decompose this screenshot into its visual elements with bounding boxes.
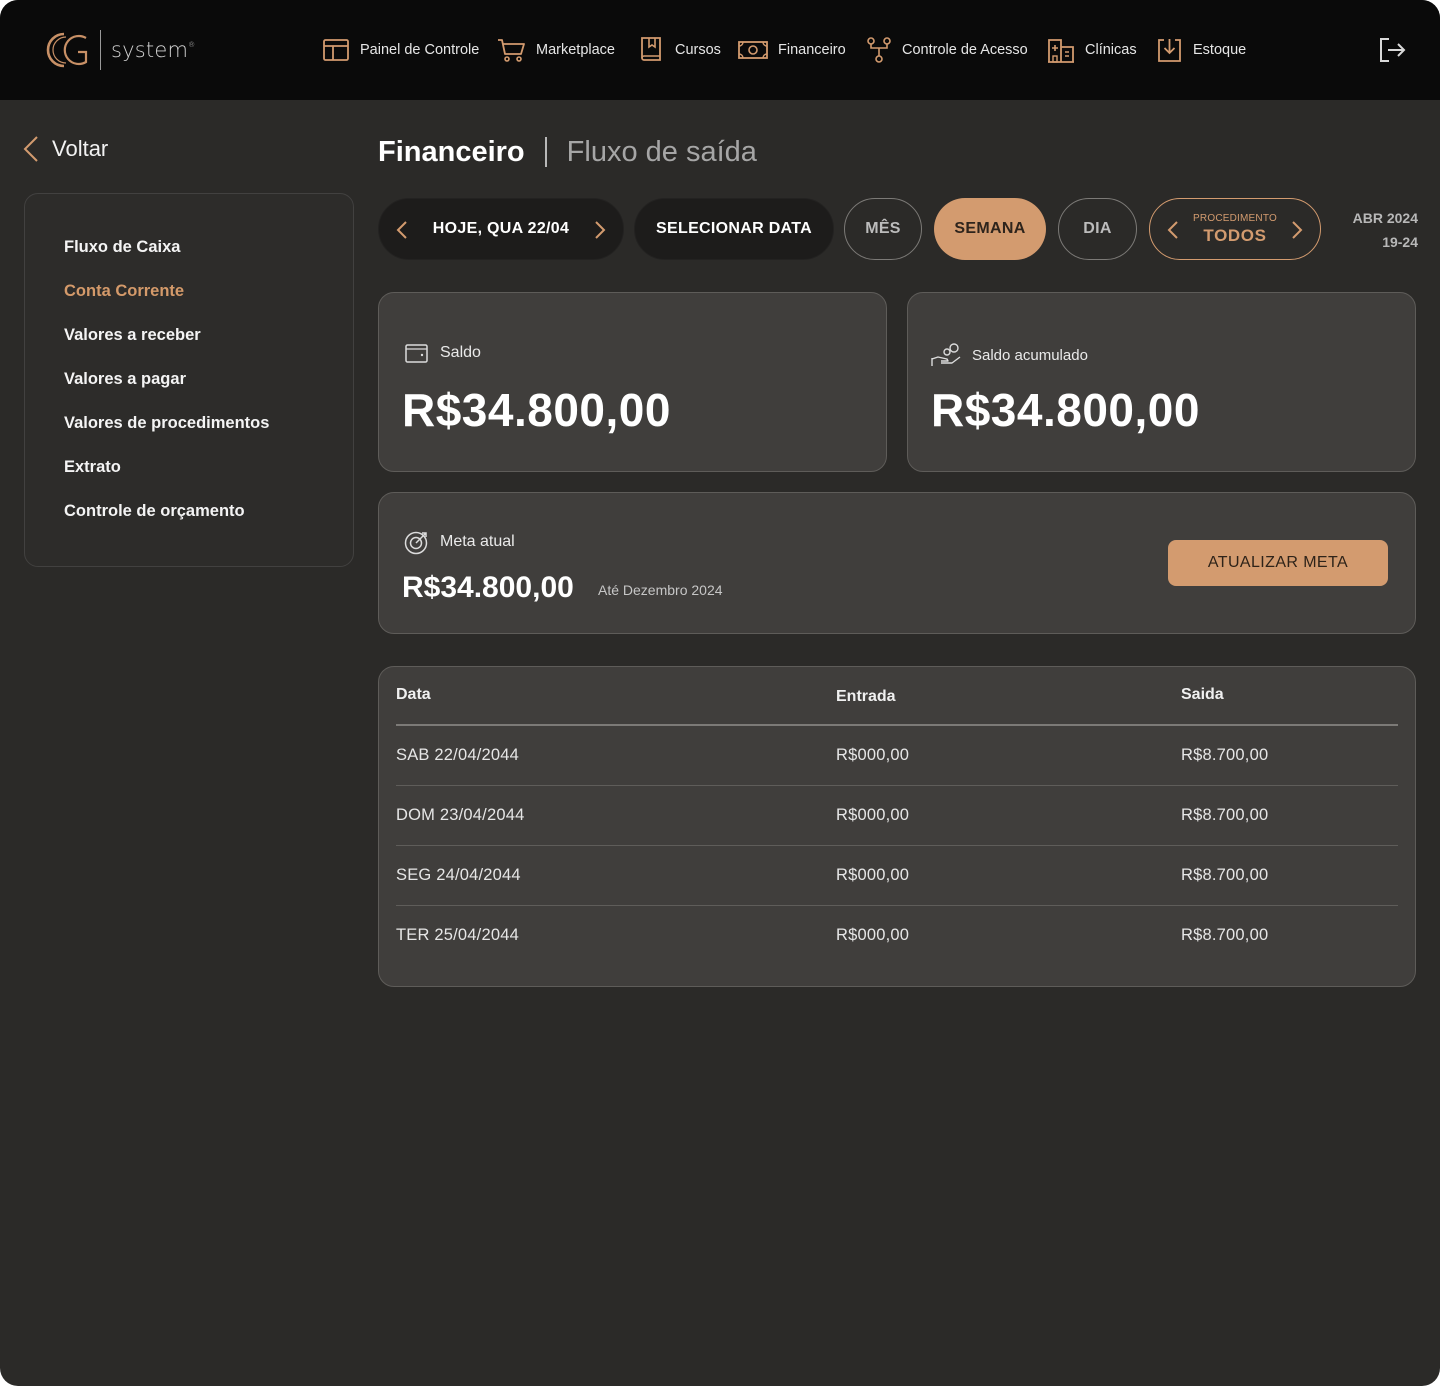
current-date: HOJE, QUA 22/04 (432, 220, 570, 237)
building-icon (1048, 39, 1074, 63)
cell-date: SAB 22/04/2044 (396, 746, 519, 764)
filter-month-button[interactable]: MÊS (844, 198, 922, 260)
balance-value: R$34.800,00 (402, 384, 671, 436)
sidebar-item-controle-de-orcamento[interactable]: Controle de orçamento (64, 502, 245, 521)
sidebar-item-fluxo-de-caixa[interactable]: Fluxo de Caixa (64, 238, 180, 257)
accumulated-balance-value: R$34.800,00 (931, 384, 1200, 436)
cell-date: DOM 23/04/2044 (396, 806, 525, 824)
select-date-button[interactable]: SELECIONAR DATA (634, 198, 834, 260)
page-subtitle: Fluxo de saída (566, 135, 757, 168)
download-box-icon (1158, 39, 1181, 62)
nav-cursos[interactable]: Cursos (639, 34, 721, 66)
chevron-left-icon[interactable] (396, 220, 408, 240)
target-icon (404, 531, 428, 555)
back-label: Voltar (52, 136, 109, 161)
sidebar-item-conta-corrente[interactable]: Conta Corrente (64, 282, 184, 301)
sidebar-menu: Fluxo de Caixa Conta Corrente Valores a … (24, 193, 354, 567)
page-title: Financeiro Fluxo de saída (378, 132, 757, 172)
goal-card: Meta atual R$34.800,00 Até Dezembro 2024… (378, 492, 1416, 634)
app-frame: system® Painel de Controle Marketplace C… (0, 0, 1440, 1386)
chevron-left-icon (23, 136, 38, 162)
nav-marketplace[interactable]: Marketplace (497, 34, 615, 66)
balance-label: Saldo (404, 342, 481, 364)
accumulated-balance-card: Saldo acumulado R$34.800,00 (907, 292, 1416, 472)
logo[interactable]: system® (42, 28, 195, 72)
period-days: 19-24 (1382, 234, 1418, 250)
table-row[interactable]: SAB 22/04/2044 R$000,00 R$8.700,00 (396, 726, 1398, 786)
chevron-right-icon[interactable] (594, 220, 606, 240)
logo-divider (100, 30, 101, 70)
cell-income: R$000,00 (836, 866, 910, 884)
cashflow-table: Data Entrada Saida SAB 22/04/2044 R$000,… (378, 666, 1416, 987)
page-title-main: Financeiro (378, 135, 525, 168)
sidebar-item-valores-a-pagar[interactable]: Valores a pagar (64, 370, 186, 389)
procedure-selector[interactable]: PROCEDIMENTO TODOS (1149, 198, 1321, 260)
chevron-left-icon[interactable] (1167, 220, 1179, 240)
top-navbar: system® Painel de Controle Marketplace C… (0, 0, 1440, 100)
cell-outflow: R$8.700,00 (1181, 866, 1269, 884)
hand-coins-icon (931, 343, 961, 366)
brand-name: system® (111, 38, 196, 62)
nav-estoque[interactable]: Estoque (1156, 34, 1246, 66)
nav-clinicas[interactable]: Clínicas (1047, 34, 1137, 66)
table-row[interactable]: TER 25/04/2044 R$000,00 R$8.700,00 (396, 906, 1398, 966)
cell-date: SEG 24/04/2044 (396, 866, 521, 884)
table-row[interactable]: DOM 23/04/2044 R$000,00 R$8.700,00 (396, 786, 1398, 846)
column-header-saida[interactable]: Saida (1181, 686, 1224, 704)
book-icon (641, 37, 661, 61)
nav-label: Controle de Acesso (902, 42, 1028, 58)
cell-income: R$000,00 (836, 746, 910, 764)
network-icon (867, 37, 891, 63)
table-row[interactable]: SEG 24/04/2044 R$000,00 R$8.700,00 (396, 846, 1398, 906)
balance-card: Saldo R$34.800,00 (378, 292, 887, 472)
wallet-icon (405, 344, 428, 363)
sidebar-item-extrato[interactable]: Extrato (64, 458, 121, 477)
cart-icon (498, 39, 525, 62)
cell-outflow: R$8.700,00 (1181, 806, 1269, 824)
cell-outflow: R$8.700,00 (1181, 926, 1269, 944)
nav-label: Financeiro (778, 42, 846, 58)
cell-date: TER 25/04/2044 (396, 926, 519, 944)
cell-outflow: R$8.700,00 (1181, 746, 1269, 764)
sidebar-item-valores-a-receber[interactable]: Valores a receber (64, 326, 201, 345)
procedure-caption: PROCEDIMENTO (1193, 212, 1277, 224)
column-header-entrada[interactable]: Entrada (836, 688, 896, 706)
chevron-right-icon[interactable] (1291, 220, 1303, 240)
nav-financeiro[interactable]: Financeiro (738, 34, 846, 66)
logo-mark-icon (46, 32, 88, 68)
goal-value: R$34.800,00 (402, 571, 574, 604)
nav-label: Painel de Controle (360, 42, 480, 58)
accumulated-balance-label: Saldo acumulado (930, 342, 1088, 368)
procedure-value: TODOS (1203, 225, 1267, 245)
nav-painel-de-controle[interactable]: Painel de Controle (322, 34, 479, 66)
nav-label: Clínicas (1085, 42, 1137, 58)
cell-income: R$000,00 (836, 806, 910, 824)
logout-icon[interactable] (1378, 36, 1406, 64)
nav-label: Marketplace (536, 42, 615, 58)
column-header-data[interactable]: Data (396, 686, 431, 704)
period-label: ABR 2024 19-24 (1330, 206, 1418, 254)
cell-income: R$000,00 (836, 926, 910, 944)
nav-controle-de-acesso[interactable]: Controle de Acesso (866, 34, 1028, 66)
sidebar-item-valores-de-procedimentos[interactable]: Valores de procedimentos (64, 414, 269, 433)
goal-label: Meta atual (404, 529, 515, 555)
filter-day-button[interactable]: DIA (1058, 198, 1137, 260)
period-month: ABR 2024 (1352, 210, 1418, 226)
filter-week-button[interactable]: SEMANA (934, 198, 1046, 260)
nav-label: Cursos (675, 42, 721, 58)
nav-label: Estoque (1193, 42, 1247, 58)
goal-deadline: Até Dezembro 2024 (598, 582, 723, 598)
date-navigator: HOJE, QUA 22/04 (378, 198, 624, 260)
layout-icon (323, 39, 349, 61)
banknote-icon (738, 41, 768, 59)
title-divider (544, 137, 547, 167)
back-button[interactable]: Voltar (22, 134, 108, 164)
update-goal-button[interactable]: ATUALIZAR META (1168, 540, 1388, 586)
